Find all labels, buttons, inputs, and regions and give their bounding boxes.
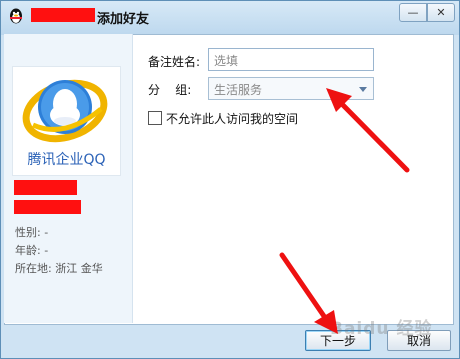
deny-space-access-checkbox[interactable]: [148, 111, 162, 125]
remark-name-label: 备注姓名:: [148, 55, 201, 69]
group-selected-value: 生活服务: [214, 83, 263, 97]
title-bar[interactable]: 添加好友 — ✕: [1, 1, 459, 35]
qq-penguin-icon: [10, 8, 22, 24]
gender-info: 性别: -: [15, 226, 49, 239]
logo-caption: 腾讯企业QQ: [27, 152, 106, 168]
qq-enterprise-logo-icon: [22, 79, 108, 143]
chevron-down-icon[interactable]: [359, 87, 367, 92]
close-button[interactable]: ✕: [427, 3, 455, 22]
redacted-account: [14, 200, 81, 214]
redacted-username: [31, 8, 95, 22]
deny-space-access-label[interactable]: 不允许此人访问我的空间: [166, 110, 298, 127]
avatar: 腾讯企业QQ: [12, 66, 121, 176]
location-info: 所在地: 浙江 金华: [15, 262, 103, 275]
minimize-button[interactable]: —: [399, 3, 427, 22]
window-title: 添加好友: [97, 12, 150, 27]
remark-name-input[interactable]: 选填: [208, 48, 374, 71]
age-info: 年龄: -: [15, 244, 49, 257]
group-label: 分 组:: [148, 83, 192, 97]
redacted-nickname: [14, 180, 77, 195]
watermark: Baidu 经验: [330, 319, 433, 339]
group-select[interactable]: 生活服务: [208, 77, 374, 100]
